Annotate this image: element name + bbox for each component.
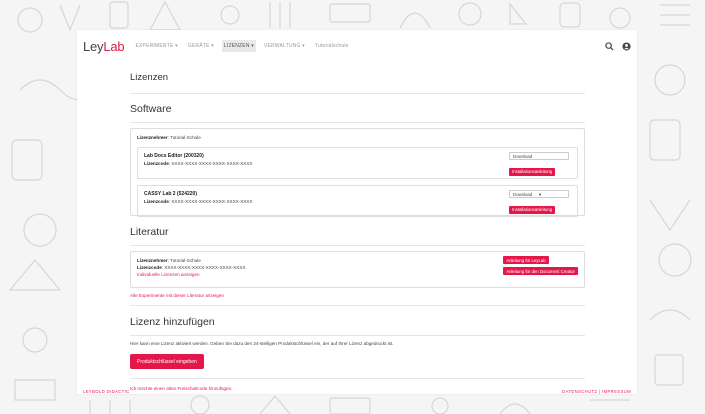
top-navbar: Ley Lab EXPERIMENTE ▾ GERÄTE ▾ LIZENZEN ▾… [77,30,637,62]
install-guide-button[interactable]: Installationsanleitung [509,205,556,214]
licensee-label: Lizenznehmer [137,135,168,140]
code-label: Lizenzcode [137,265,162,270]
divider [130,245,585,246]
logo-lab: Lab [103,38,125,54]
divider [130,335,585,336]
product-title: Lab Docs Editor (200320) [144,153,204,159]
code-value: : XXXX-XXXX-XXXX-XXXX-XXXX-XXXX [161,265,246,270]
code-value: : XXXX-XXXX-XXXX-XXXX-XXXX-XXXX [168,161,253,166]
search-icon[interactable] [605,41,614,51]
download-label: Download [513,153,533,159]
footer-leybold[interactable]: LEYBOLD DIDACTIC [83,389,130,394]
main-content: Lizenzen Software Lizenznehmer: Tutorial… [130,62,585,392]
add-license-description: Hier kann eine Lizenz aktiviert werden. … [130,341,394,346]
leylab-logo[interactable]: Ley Lab [83,38,125,54]
install-guide-button[interactable]: Installationsanleitung [509,167,556,176]
licensee-value: : Tutorial-Schule [167,135,201,140]
footer-legal-links[interactable]: DATENSCHUTZ | IMPRESSUM [562,389,631,394]
download-dropdown[interactable]: Download ▼ [509,190,569,198]
product-card-cassy: CASSY Lab 2 (524220) Lizenzcode: XXXX-XX… [137,185,578,217]
page-title: Lizenzen [130,72,169,83]
literature-heading: Literatur [130,226,169,238]
add-license-heading: Lizenz hinzufügen [130,316,215,328]
code-label: Lizenzcode [144,199,169,204]
logo-ley: Ley [83,38,104,54]
nav-tutorialschule[interactable]: Tutorialschule [313,40,351,52]
product-code: Lizenzcode: XXXX-XXXX-XXXX-XXXX-XXXX-XXX… [144,160,571,167]
divider [130,378,585,379]
product-card-labdocs: Lab Docs Editor (200320) Lizenzcode: XXX… [137,147,578,179]
app-window: Ley Lab EXPERIMENTE ▾ GERÄTE ▾ LIZENZEN ▾… [77,30,637,394]
code-value: : XXXX-XXXX-XXXX-XXXX-XXXX-XXXX [168,199,253,204]
licensee-label: Lizenznehmer [137,258,168,263]
guide-document-creator-button[interactable]: Anleitung für den Document Creator [503,267,578,275]
divider [130,305,585,306]
nav-geraete[interactable]: GERÄTE ▾ [186,40,216,52]
software-licensee: Lizenznehmer: Tutorial-Schule [137,134,578,141]
product-title: CASSY Lab 2 (524220) [144,191,197,197]
guide-leylab-button[interactable]: Anleitung für LeyLab [503,256,549,264]
all-experiments-link[interactable]: Alle Experimente mit dieser Literatur an… [130,292,585,299]
chevron-down-icon: ▼ [538,191,543,197]
nav-verwaltung[interactable]: VERWALTUNG ▾ [262,40,307,52]
licensee-value: : Tutorial-Schule [167,258,201,263]
nav-lizenzen[interactable]: LIZENZEN ▾ [221,40,256,52]
divider [130,93,585,94]
nav-experimente[interactable]: EXPERIMENTE ▾ [133,40,179,52]
enter-product-key-button[interactable]: Produktschlüssel eingeben [130,354,204,369]
user-icon[interactable] [622,41,631,51]
literature-card: Lizenznehmer: Tutorial-Schule Lizenzcode… [130,251,585,288]
software-card: Lizenznehmer: Tutorial-Schule Lab Docs E… [130,128,585,217]
footer: LEYBOLD DIDACTIC DATENSCHUTZ | IMPRESSUM [77,388,637,394]
software-heading: Software [130,103,172,115]
divider [130,122,585,123]
product-code: Lizenzcode: XXXX-XXXX-XXXX-XXXX-XXXX-XXX… [144,198,571,205]
code-label: Lizenzcode [144,161,169,166]
download-button[interactable]: Download [509,152,569,160]
download-label: Download [513,191,533,197]
